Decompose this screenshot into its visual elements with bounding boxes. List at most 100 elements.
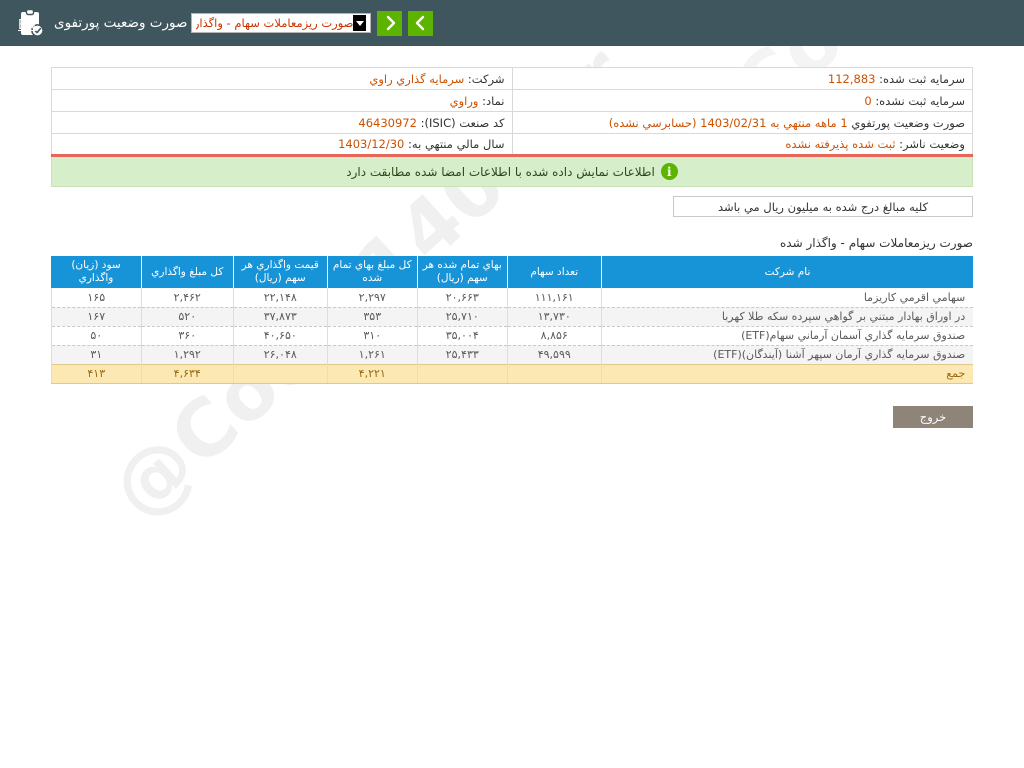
table-row: سهامي اقرمي کاریزما ۱۱۱,۱۶۱ ۲۰,۶۶۳ ۲,۲۹۷… (51, 288, 973, 307)
cell-sale-price-per-share: ۲۶,۰۴۸ (233, 345, 327, 364)
issuer-status-value: ثبت شده پذیرفته نشده (785, 137, 895, 151)
table-row: در اوراق بهادار مبتني بر گواهي سپرده سکه… (51, 307, 973, 326)
cell-total-sale: ۱,۲۹۲ (141, 345, 233, 364)
table-header-row: نام شرکت تعداد سهام بهاي تمام شده هر سهم… (51, 256, 973, 288)
section-title: صورت ریزمعاملات سهام - واگذار شده (51, 236, 973, 250)
company-name-cell: شرکت: سرمایه گذاري راوي (52, 68, 513, 90)
report-navigation: صورت ریزمعاملات سهام - واگذار (191, 11, 433, 36)
cell-total-total-cost: ۴,۲۲۱ (327, 364, 417, 383)
registered-capital-label: سرمایه ثبت شده: (879, 72, 965, 86)
chevron-left-icon (414, 15, 428, 31)
topbar-branding: صورت وضعیت پورتفوی (18, 8, 191, 38)
col-shares-count: تعداد سهام (507, 256, 601, 288)
fiscal-year-value: 1403/12/30 (338, 137, 404, 151)
cell-cost-per-share: ۲۵,۷۱۰ (417, 307, 507, 326)
table-row: صندوق سرمایه گذاري آسمان آرماني سهام(ETF… (51, 326, 973, 345)
prev-report-button[interactable] (408, 11, 433, 36)
cell-profit-loss: ۱۶۷ (51, 307, 141, 326)
verification-alert-text: اطلاعات نمایش داده شده با اطلاعات امضا ش… (346, 165, 655, 179)
cell-total-cost-per-share (417, 364, 507, 383)
period-label: صورت وضعیت پورتفوي (851, 116, 965, 130)
company-label: شرکت: (468, 72, 505, 86)
cell-total-label: جمع (601, 364, 973, 383)
chevron-right-icon (383, 15, 397, 31)
isic-label: کد صنعت (ISIC): (421, 116, 505, 130)
cell-total-sale: ۵۲۰ (141, 307, 233, 326)
unregistered-capital-value: 0 (864, 94, 871, 108)
next-report-button[interactable] (377, 11, 402, 36)
cell-total-sale: ۲,۴۶۲ (141, 288, 233, 307)
cell-cost-per-share: ۲۰,۶۶۳ (417, 288, 507, 307)
cell-total-cost: ۲,۲۹۷ (327, 288, 417, 307)
cell-sale-price-per-share: ۴۰,۶۵۰ (233, 326, 327, 345)
cell-cost-per-share: ۲۵,۴۳۳ (417, 345, 507, 364)
cell-profit-loss: ۵۰ (51, 326, 141, 345)
verification-alert: i اطلاعات نمایش داده شده با اطلاعات امضا… (51, 157, 973, 187)
company-value: سرمایه گذاري راوي (369, 72, 464, 86)
page-title: صورت وضعیت پورتفوی (54, 15, 187, 31)
info-row: سرمایه ثبت شده: 112,883 شرکت: سرمایه گذا… (52, 68, 973, 90)
cell-total-cost: ۳۱۰ (327, 326, 417, 345)
cell-total-sale: ۳۶۰ (141, 326, 233, 345)
col-total-cost: کل مبلغ بهاي تمام شده (327, 256, 417, 288)
cell-total-total-sale: ۴,۶۳۴ (141, 364, 233, 383)
cell-total-cost: ۳۵۳ (327, 307, 417, 326)
symbol-label: نماد: (482, 94, 504, 108)
fiscal-year-cell: سال مالي منتهي به: 1403/12/30 (52, 134, 513, 156)
exit-button[interactable]: خروج (893, 406, 973, 428)
table-row: صندوق سرمایه گذاري آرمان سپهر آشنا (آیند… (51, 345, 973, 364)
registered-capital-cell: سرمایه ثبت شده: 112,883 (512, 68, 973, 90)
info-row: سرمایه ثبت نشده: 0 نماد: وراوي (52, 90, 973, 112)
transactions-table: نام شرکت تعداد سهام بهاي تمام شده هر سهم… (51, 256, 974, 384)
cell-total-profit-loss: ۴۱۳ (51, 364, 141, 383)
isic-cell: کد صنعت (ISIC): 46430972 (52, 112, 513, 134)
cell-company-name: سهامي اقرمي کاریزما (601, 288, 973, 307)
currency-note-text: کلیه مبالغ درج شده به میلیون ریال مي باش… (718, 200, 928, 214)
registered-capital-value: 112,883 (828, 72, 876, 86)
info-icon: i (661, 163, 678, 180)
cell-shares-count: ۱۳,۷۳۰ (507, 307, 601, 326)
col-profit-loss: سود (زیان) واگذاري (51, 256, 141, 288)
cell-profit-loss: ۱۶۵ (51, 288, 141, 307)
cell-total-shares (507, 364, 601, 383)
cell-total-sale-per-share (233, 364, 327, 383)
cell-cost-per-share: ۳۵,۰۰۴ (417, 326, 507, 345)
col-cost-per-share: بهاي تمام شده هر سهم (ریال) (417, 256, 507, 288)
language-switcher[interactable]: EN (18, 14, 36, 33)
issuer-status-cell: وضعیت ناشر: ثبت شده پذیرفته نشده (512, 134, 973, 156)
unregistered-capital-label: سرمایه ثبت نشده: (875, 94, 965, 108)
isic-value: 46430972 (358, 116, 417, 130)
unregistered-capital-cell: سرمایه ثبت نشده: 0 (512, 90, 973, 112)
page-root: @Codal1400_ir @Codal1400_ir EN (0, 0, 1024, 768)
issuer-status-label: وضعیت ناشر: (899, 137, 965, 151)
cell-company-name: در اوراق بهادار مبتني بر گواهي سپرده سکه… (601, 307, 973, 326)
cell-profit-loss: ۳۱ (51, 345, 141, 364)
cell-sale-price-per-share: ۳۷,۸۷۳ (233, 307, 327, 326)
chevron-down-icon (353, 15, 366, 31)
period-value: 1 ماهه منتهي به 1403/02/31 (حسابرسي نشده… (609, 116, 848, 130)
cell-shares-count: ۱۱۱,۱۶۱ (507, 288, 601, 307)
top-bar: EN صورت ریزمعاملات سهام - واگذار (0, 0, 1024, 46)
cell-sale-price-per-share: ۲۲,۱۴۸ (233, 288, 327, 307)
cell-total-cost: ۱,۲۶۱ (327, 345, 417, 364)
page-content: سرمایه ثبت شده: 112,883 شرکت: سرمایه گذا… (0, 67, 1024, 428)
report-select-value: صورت ریزمعاملات سهام - واگذار (196, 16, 353, 30)
cell-shares-count: ۸,۸۵۶ (507, 326, 601, 345)
cell-company-name: صندوق سرمایه گذاري آسمان آرماني سهام(ETF… (601, 326, 973, 345)
currency-note-box: کلیه مبالغ درج شده به میلیون ریال مي باش… (673, 196, 973, 217)
symbol-value: وراوي (450, 94, 479, 108)
cell-shares-count: ۴۹,۵۹۹ (507, 345, 601, 364)
period-cell: صورت وضعیت پورتفوي 1 ماهه منتهي به 1403/… (512, 112, 973, 134)
cell-company-name: صندوق سرمایه گذاري آرمان سپهر آشنا (آیند… (601, 345, 973, 364)
company-info-table: سرمایه ثبت شده: 112,883 شرکت: سرمایه گذا… (51, 67, 973, 157)
report-select[interactable]: صورت ریزمعاملات سهام - واگذار (191, 13, 371, 33)
table-total-row: جمع ۴,۲۲۱ ۴,۶۳۴ ۴۱۳ (51, 364, 973, 383)
en-link[interactable]: EN (18, 18, 36, 33)
info-row: صورت وضعیت پورتفوي 1 ماهه منتهي به 1403/… (52, 112, 973, 134)
symbol-cell: نماد: وراوي (52, 90, 513, 112)
info-row: وضعیت ناشر: ثبت شده پذیرفته نشده سال مال… (52, 134, 973, 156)
col-total-sale: کل مبلغ واگذاري (141, 256, 233, 288)
col-company-name: نام شرکت (601, 256, 973, 288)
col-sale-price-per-share: قیمت واگذاري هر سهم (ریال) (233, 256, 327, 288)
fiscal-year-label: سال مالي منتهي به: (408, 137, 504, 151)
